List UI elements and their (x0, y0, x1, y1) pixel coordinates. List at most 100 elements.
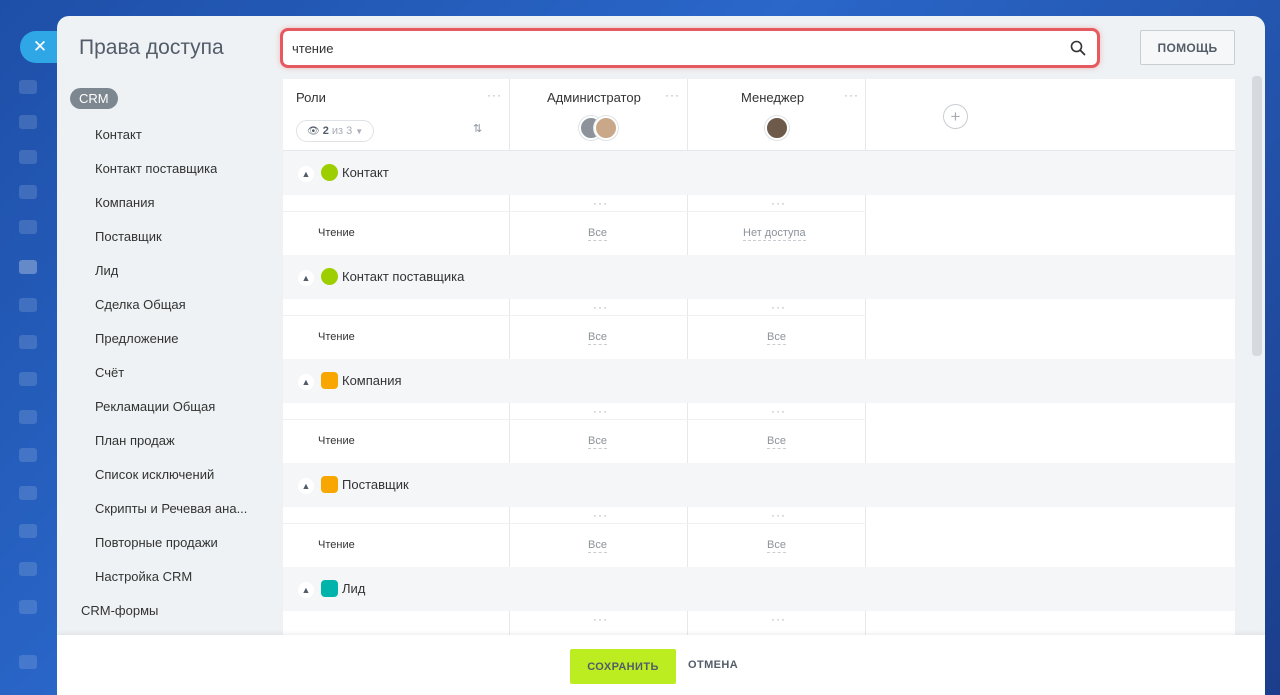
add-role-button[interactable]: + (943, 104, 968, 129)
person-icon (321, 268, 338, 285)
sidebar-item-lead[interactable]: Лид (95, 263, 118, 278)
card-icon (321, 580, 338, 597)
sidebar-item-contact[interactable]: Контакт (95, 127, 142, 142)
role-menu-dots[interactable]: ··· (844, 88, 859, 102)
close-icon: ✕ (32, 37, 48, 56)
help-button[interactable]: ПОМОЩЬ (1140, 30, 1235, 65)
chevron-up-icon[interactable]: ▲ (298, 478, 314, 494)
app-icon (19, 486, 37, 500)
permission-value[interactable]: Все (588, 331, 607, 345)
chevron-up-icon[interactable]: ▲ (298, 270, 314, 286)
cell-menu-dots[interactable]: ··· (593, 196, 608, 210)
role-menu-dots[interactable]: ··· (665, 88, 680, 102)
chevron-up-icon[interactable]: ▲ (298, 166, 314, 182)
chevron-up-icon[interactable]: ▲ (298, 374, 314, 390)
table-header: Роли ··· 👁 2 из 3 ▼ ⇅ Администратор ··· … (283, 79, 1235, 151)
cell-menu-dots[interactable]: ··· (771, 508, 786, 522)
page-title: Права доступа (79, 36, 224, 59)
role-header-admin: Администратор (547, 90, 641, 105)
permission-value[interactable]: Все (588, 539, 607, 553)
table-row: Чтение Все Все (283, 315, 866, 359)
cell-menu-dots[interactable]: ··· (593, 300, 608, 314)
cell-menu-dots[interactable]: ··· (593, 612, 608, 626)
app-icon (19, 220, 37, 234)
sidebar-item-company[interactable]: Компания (95, 195, 155, 210)
app-icon (19, 524, 37, 538)
scrollbar[interactable] (1252, 76, 1262, 356)
app-icon (19, 448, 37, 462)
table-row: Чтение Все Нет доступа (283, 211, 866, 255)
group-row: ▲ Лид (283, 567, 1235, 611)
permissions-table: Роли ··· 👁 2 из 3 ▼ ⇅ Администратор ··· … (283, 79, 1235, 639)
permission-value[interactable]: Все (767, 435, 786, 449)
cell-menu-dots[interactable]: ··· (593, 508, 608, 522)
table-row: Чтение Все Все (283, 523, 866, 567)
app-icon (19, 410, 37, 424)
app-icon (19, 298, 37, 312)
sub-dots-row: ··· ··· (509, 507, 866, 523)
permission-value[interactable]: Все (588, 227, 607, 241)
expand-collapse-icon[interactable]: ⇅ (473, 122, 482, 135)
sidebar-item-supplier[interactable]: Поставщик (95, 229, 162, 244)
roles-label: Роли (296, 90, 326, 105)
group-row: ▲ Компания (283, 359, 1235, 403)
building-icon (321, 372, 338, 389)
chevron-up-icon[interactable]: ▲ (298, 582, 314, 598)
filter-count: 2 (322, 125, 329, 137)
app-icon (19, 150, 37, 164)
search-icon[interactable] (1069, 39, 1087, 57)
permission-value[interactable]: Все (767, 539, 786, 553)
app-icon (19, 260, 37, 274)
plus-icon: + (950, 106, 961, 126)
building-icon (321, 476, 338, 493)
row-label: Чтение (318, 331, 355, 343)
cell-menu-dots[interactable]: ··· (771, 612, 786, 626)
background-app-strip (0, 0, 56, 695)
filter-total: из 3 (331, 125, 353, 137)
group-row: ▲ Контакт поставщика (283, 255, 1235, 299)
sidebar-item-deal[interactable]: Сделка Общая (95, 297, 186, 312)
group-row: ▲ Контакт (283, 151, 1235, 195)
permission-value[interactable]: Все (767, 331, 786, 345)
sidebar-item-sales-plan[interactable]: План продаж (95, 433, 175, 448)
cell-menu-dots[interactable]: ··· (771, 196, 786, 210)
sidebar-item-supplier-contact[interactable]: Контакт поставщика (95, 161, 217, 176)
save-button[interactable]: СОХРАНИТЬ (570, 649, 676, 684)
sidebar-item-quote[interactable]: Предложение (95, 331, 179, 346)
person-icon (321, 164, 338, 181)
app-icon (19, 372, 37, 386)
permission-value[interactable]: Все (588, 435, 607, 449)
sidebar-item-claims[interactable]: Рекламации Общая (95, 399, 215, 414)
group-label: Компания (342, 373, 402, 388)
roles-menu-dots[interactable]: ··· (487, 88, 502, 102)
app-icon (19, 655, 37, 669)
cell-menu-dots[interactable]: ··· (771, 404, 786, 418)
group-label: Контакт поставщика (342, 269, 465, 284)
close-slider-button[interactable]: ✕ (20, 31, 60, 63)
sidebar-item-invoice[interactable]: Счёт (95, 365, 124, 380)
group-label: Лид (342, 581, 366, 596)
sidebar-item-repeat-sales[interactable]: Повторные продажи (95, 535, 218, 550)
sidebar-item-exclusions[interactable]: Список исключений (95, 467, 214, 482)
access-rights-panel: Права доступа ПОМОЩЬ CRM Контакт Контакт… (57, 16, 1265, 695)
sidebar-item-crm-forms[interactable]: CRM-формы (81, 603, 158, 618)
group-label: Контакт (342, 165, 389, 180)
role-header-manager: Менеджер (741, 90, 805, 105)
app-icon (19, 562, 37, 576)
sidebar-item-scripts[interactable]: Скрипты и Речевая ана... (95, 501, 247, 516)
cell-menu-dots[interactable]: ··· (771, 300, 786, 314)
avatar (594, 116, 618, 140)
chevron-down-icon: ▼ (355, 126, 364, 136)
row-label: Чтение (318, 227, 355, 239)
sidebar-crm-badge[interactable]: CRM (70, 88, 118, 109)
search-box[interactable] (280, 28, 1100, 68)
roles-filter-pill[interactable]: 👁 2 из 3 ▼ (296, 120, 374, 142)
avatar (765, 116, 789, 140)
permission-value[interactable]: Нет доступа (743, 227, 806, 241)
sub-dots-row: ··· ··· (509, 611, 866, 627)
sidebar-item-crm-settings[interactable]: Настройка CRM (95, 569, 192, 584)
cancel-button[interactable]: ОТМЕНА (688, 659, 738, 671)
search-input[interactable] (292, 39, 1052, 57)
cell-menu-dots[interactable]: ··· (593, 404, 608, 418)
app-icon (19, 335, 37, 349)
